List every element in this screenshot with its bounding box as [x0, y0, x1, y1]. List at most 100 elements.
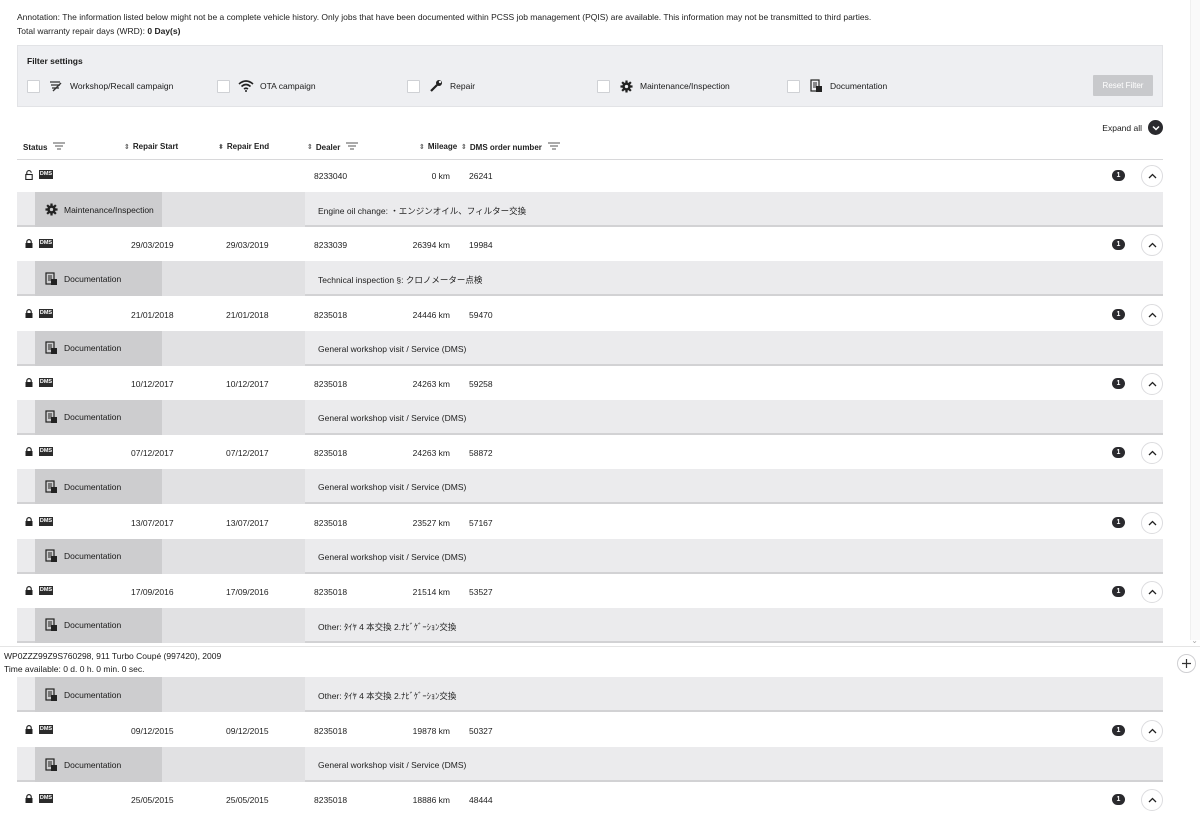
- job-detail-spacer: [162, 192, 305, 227]
- recall-icon: [48, 79, 64, 93]
- warranty-days-line: Total warranty repair days (WRD): 0 Day(…: [17, 25, 871, 39]
- table-row[interactable]: DMS 10/12/2017 10/12/2017 8235018 24263 km 59…: [17, 367, 1163, 400]
- job-detail-row: Maintenance/Inspection Engine oil change:…: [17, 192, 1163, 227]
- chevron-down-icon[interactable]: [1148, 120, 1163, 135]
- column-mileage[interactable]: ⇕ Mileage: [419, 142, 457, 151]
- chevron-up-icon[interactable]: [1141, 442, 1163, 465]
- job-detail-row: Documentation General workshop visit / Se…: [17, 399, 1163, 435]
- chevron-up-icon[interactable]: [1141, 580, 1163, 603]
- chevron-up-icon[interactable]: [1141, 303, 1163, 326]
- dealer: 8235018: [314, 586, 348, 597]
- repair-end: 21/01/2018: [226, 309, 269, 320]
- checkbox[interactable]: [27, 79, 40, 93]
- mileage: 19878 km: [412, 726, 450, 736]
- warranty-days-label: Total warranty repair days (WRD):: [17, 25, 148, 36]
- table-row[interactable]: DMS 09/12/2015 09/12/2015 8235018 19878 km 50…: [17, 715, 1163, 747]
- column-label: Dealer: [315, 142, 341, 152]
- job-description: General workshop visit / Service (DMS): [318, 343, 467, 354]
- mileage: 18886 km: [412, 795, 450, 806]
- dms-order-number: 59470: [469, 309, 493, 320]
- filter-option-documentation[interactable]: Documentation: [787, 78, 887, 94]
- table-row[interactable]: DMS 07/12/2017 07/12/2017 8235018 24263 km 58…: [17, 437, 1163, 470]
- filter-lines-icon[interactable]: [53, 142, 66, 152]
- mileage: 24446 km: [412, 309, 450, 320]
- checkbox[interactable]: [597, 79, 610, 93]
- dealer: 8235018: [314, 309, 348, 320]
- wifi-icon: [238, 79, 254, 93]
- filter-option-maintenance[interactable]: Maintenance/Inspection: [597, 78, 730, 94]
- checkbox[interactable]: [407, 79, 420, 93]
- repair-start: 13/07/2017: [131, 517, 174, 528]
- table-row[interactable]: DMS 25/05/2015 25/05/2015 8235018 18886 km 48…: [17, 784, 1163, 816]
- job-detail-row: Documentation General workshop visit / Se…: [17, 747, 1163, 782]
- plus-icon[interactable]: [1177, 654, 1196, 673]
- job-detail-spacer: [162, 399, 305, 435]
- column-status[interactable]: Status: [23, 142, 66, 152]
- dealer: 8235018: [314, 517, 348, 528]
- table-row[interactable]: DMS 21/01/2018 21/01/2018 8235018 24446 km 59…: [17, 298, 1163, 331]
- job-detail-spacer: [162, 747, 305, 782]
- filter-option-repair[interactable]: Repair: [407, 78, 475, 94]
- wrench-icon: [428, 79, 444, 93]
- scrollbar[interactable]: [1190, 0, 1200, 640]
- expand-all-control[interactable]: Expand all: [1102, 120, 1163, 135]
- document-icon: [45, 410, 58, 424]
- job-count-badge: 1: [1112, 308, 1125, 320]
- table-row[interactable]: DMS 8233040 0 km 26241 1: [17, 160, 1163, 192]
- job-type-cell: Documentation: [35, 330, 162, 366]
- chevron-up-icon[interactable]: [1141, 720, 1163, 742]
- table-row[interactable]: DMS 17/09/2016 17/09/2016 8235018 21514 km 53…: [17, 575, 1163, 608]
- job-detail-row: Documentation Technical inspection §: クロノ…: [17, 261, 1163, 297]
- dms-badge: DMS: [39, 725, 53, 734]
- chevron-up-icon[interactable]: [1141, 511, 1163, 534]
- column-label: Repair End: [226, 142, 270, 151]
- dms-order-number: 58872: [469, 448, 493, 459]
- lock-icon: [25, 447, 33, 458]
- mileage: 23527 km: [412, 517, 450, 528]
- checkbox[interactable]: [787, 79, 800, 93]
- table-row[interactable]: DMS 13/07/2017 13/07/2017 8235018 23527 km 57…: [17, 506, 1163, 539]
- gear-icon: [618, 79, 634, 93]
- chevron-up-icon[interactable]: [1141, 234, 1163, 257]
- column-label: Repair Start: [132, 142, 179, 151]
- column-repair-start[interactable]: ⇕ Repair Start: [124, 142, 178, 151]
- filter-lines-icon[interactable]: [547, 142, 560, 152]
- dealer: 8235018: [314, 378, 348, 389]
- repair-end: 25/05/2015: [226, 795, 269, 806]
- column-dealer[interactable]: ⇕ Dealer: [307, 142, 359, 152]
- job-type-label: Documentation: [64, 620, 122, 631]
- sort-icon: ⇕: [124, 143, 130, 151]
- repair-start: 07/12/2017: [131, 448, 174, 459]
- lock-icon: [25, 516, 33, 528]
- column-repair-end[interactable]: ⬍ Repair End: [218, 142, 269, 151]
- repair-end: 17/09/2016: [226, 586, 269, 597]
- job-count-badge: 1: [1112, 725, 1125, 736]
- filter-lines-icon[interactable]: [346, 142, 359, 152]
- job-count-badge: 1: [1112, 794, 1125, 806]
- dms-order-number: 26241: [469, 171, 493, 181]
- column-label: DMS order number: [469, 142, 542, 152]
- dealer: 8233040: [314, 171, 348, 181]
- column-dms-order[interactable]: ⇕ DMS order number: [461, 142, 560, 152]
- reset-filter-button[interactable]: Reset Filter: [1093, 75, 1153, 96]
- job-detail-row: Documentation General workshop visit / Se…: [17, 469, 1163, 505]
- checkbox[interactable]: [217, 79, 230, 93]
- filter-option-ota[interactable]: OTA campaign: [217, 78, 316, 94]
- mileage: 26394 km: [412, 240, 450, 251]
- chevron-up-icon[interactable]: [1141, 789, 1163, 812]
- dms-badge: DMS: [39, 377, 53, 387]
- dms-badge: DMS: [39, 308, 53, 318]
- filter-label: Workshop/Recall campaign: [70, 81, 174, 91]
- job-type-cell: Maintenance/Inspection: [35, 192, 162, 227]
- sort-icon: ⇕: [307, 144, 313, 151]
- dms-order-number: 50327: [469, 726, 493, 736]
- chevron-up-icon[interactable]: [1141, 165, 1163, 187]
- job-type-cell: Documentation: [35, 538, 162, 574]
- scroll-down-icon[interactable]: ⌄: [1191, 636, 1198, 645]
- table-row[interactable]: DMS 29/03/2019 29/03/2019 8233039 26394 km 19…: [17, 229, 1163, 262]
- chevron-up-icon[interactable]: [1141, 372, 1163, 395]
- filter-option-recall[interactable]: Workshop/Recall campaign: [27, 78, 173, 94]
- vehicle-identification: WP0ZZZ99Z9S760298, 911 Turbo Coupé (9974…: [4, 651, 222, 661]
- job-detail-row: Documentation General workshop visit / Se…: [17, 330, 1163, 366]
- repair-end: 13/07/2017: [226, 517, 269, 528]
